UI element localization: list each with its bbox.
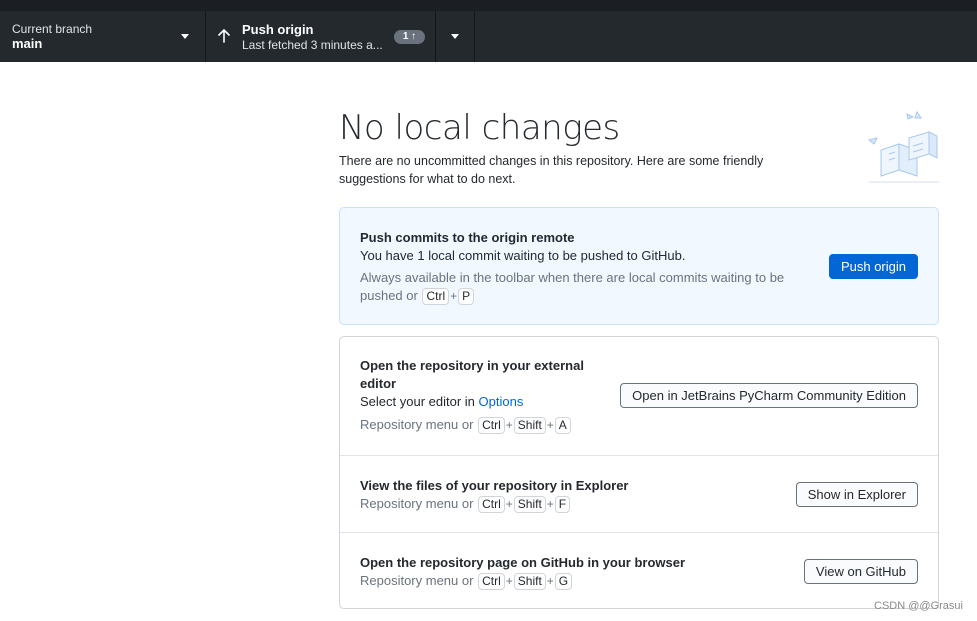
- kbd-p: P: [458, 288, 475, 305]
- push-suggestion-hint: Always available in the toolbar when the…: [360, 270, 785, 305]
- kbd-ctrl: Ctrl: [422, 288, 450, 305]
- show-in-explorer-suggestion: View the files of your repository in Exp…: [340, 455, 938, 532]
- current-branch-button[interactable]: Current branch main: [0, 11, 206, 62]
- empty-boxes-illustration: [867, 110, 939, 183]
- page-title: No local changes: [339, 108, 620, 148]
- watermark: CSDN @@Grasui: [874, 600, 963, 612]
- view-on-github-suggestion: Open the repository page on GitHub in yo…: [340, 532, 938, 608]
- kbd-f: F: [554, 496, 571, 513]
- show-in-explorer-button[interactable]: Show in Explorer: [795, 482, 918, 507]
- current-branch-value: main: [12, 36, 43, 51]
- kbd-shift: Shift: [513, 496, 546, 513]
- kbd-g: G: [554, 573, 573, 590]
- ahead-count-badge: 1 ↑: [394, 30, 425, 44]
- push-suggestion: Push commits to the origin remote You ha…: [340, 208, 938, 324]
- open-editor-title: Open the repository in your external edi…: [360, 358, 584, 391]
- options-link[interactable]: Options: [479, 394, 524, 409]
- push-suggestion-title: Push commits to the origin remote: [360, 230, 575, 245]
- push-dropdown-button[interactable]: [436, 11, 475, 62]
- open-in-editor-button[interactable]: Open in JetBrains PyCharm Community Edit…: [620, 383, 918, 408]
- page-subtitle: There are no uncommitted changes in this…: [339, 154, 764, 186]
- kbd-shift: Shift: [513, 417, 546, 434]
- toolbar: Current branch main Push origin Last fet…: [0, 0, 977, 62]
- open-editor-desc-text: Select your editor in: [360, 394, 475, 409]
- push-origin-suggestion-button[interactable]: Push origin: [828, 254, 918, 279]
- current-branch-label: Current branch: [12, 22, 93, 36]
- open-editor-hint: Repository menu or Ctrl + Shift + A: [360, 416, 918, 434]
- open-editor-suggestion: Open the repository in your external edi…: [340, 337, 938, 455]
- kbd-ctrl: Ctrl: [478, 496, 505, 513]
- kbd-shift: Shift: [513, 573, 546, 590]
- view-on-github-hint-text: Repository menu or: [360, 573, 474, 588]
- kbd-a: A: [554, 417, 571, 434]
- kbd-ctrl: Ctrl: [478, 573, 505, 590]
- push-suggestion-card: Push commits to the origin remote You ha…: [339, 207, 939, 325]
- no-changes-view: No local changes There are no uncommitte…: [339, 106, 939, 609]
- view-on-github-button[interactable]: View on GitHub: [803, 559, 918, 584]
- chevron-down-icon: [181, 34, 189, 39]
- open-editor-hint-text: Repository menu or: [360, 417, 474, 432]
- chevron-down-icon: [451, 34, 459, 39]
- kbd-ctrl: Ctrl: [478, 417, 505, 434]
- push-origin-button[interactable]: Push origin Last fetched 3 minutes a... …: [206, 11, 436, 62]
- arrow-up-icon: [218, 29, 230, 43]
- suggestions-list: Open the repository in your external edi…: [339, 336, 939, 609]
- last-fetched-label: Last fetched 3 minutes a...: [242, 38, 383, 52]
- show-in-explorer-hint-text: Repository menu or: [360, 496, 474, 511]
